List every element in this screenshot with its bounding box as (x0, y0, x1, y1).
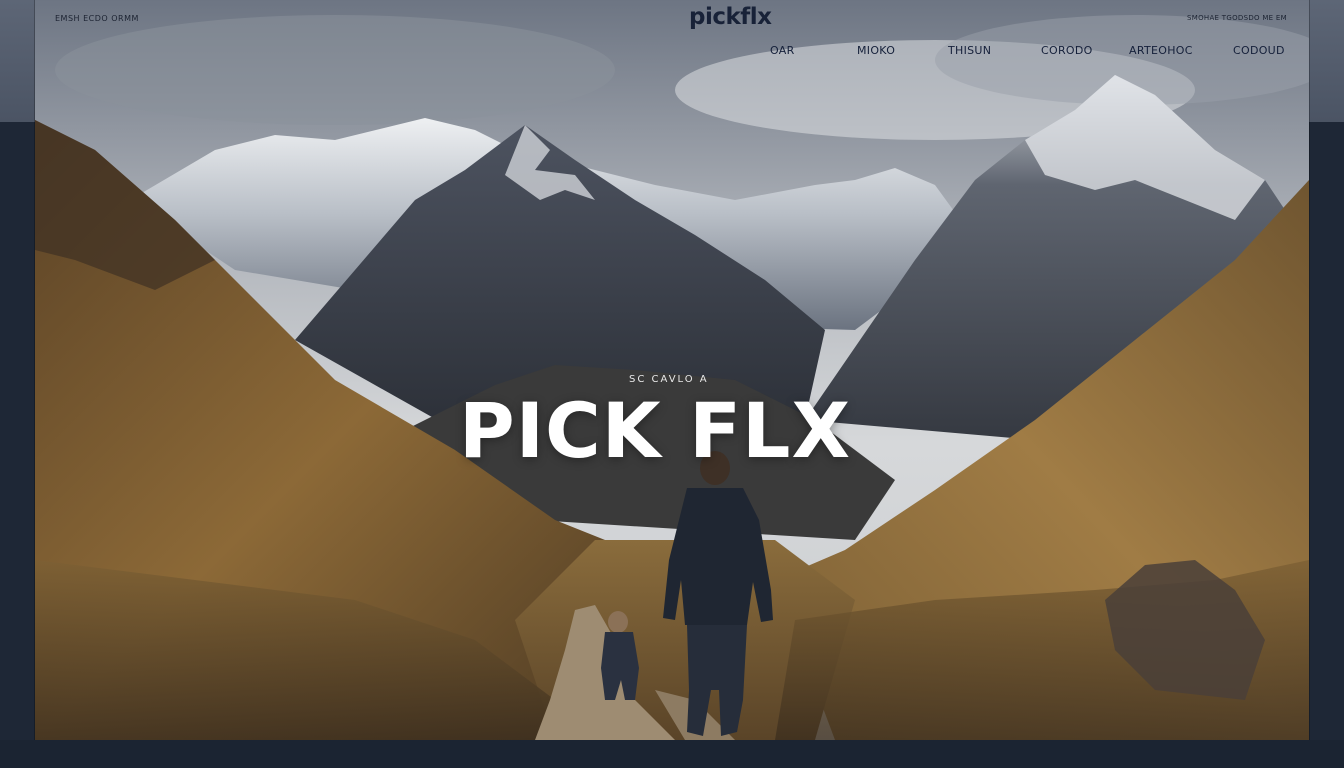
nav-item-2[interactable]: MIOKO (857, 44, 895, 57)
page-footer-strip (0, 740, 1344, 768)
site-logo[interactable]: pickflx (689, 4, 772, 30)
nav-item-5[interactable]: ARTEOHOC (1129, 44, 1193, 57)
site-header: EMSH ECDO ORMM pickflx SMOHAE TGODSDO ME… (35, 0, 1309, 70)
hero-eyebrow: SC CAVLO A (629, 374, 709, 385)
nav-item-6[interactable]: CODOUD (1233, 44, 1285, 57)
nav-item-1[interactable]: OAR (770, 44, 795, 57)
hero-title: PICK FLX (459, 386, 852, 475)
main-nav: OAR MIOKO THISUN CORODO ARTEOHOC CODOUD (755, 44, 1295, 60)
nav-item-4[interactable]: CORODO (1041, 44, 1093, 57)
nav-item-3[interactable]: THISUN (948, 44, 991, 57)
hero-background-photo (35, 0, 1309, 740)
hero-frame: EMSH ECDO ORMM pickflx SMOHAE TGODSDO ME… (35, 0, 1309, 740)
header-tagline: EMSH ECDO ORMM (55, 14, 139, 23)
header-utility-link[interactable]: SMOHAE TGODSDO ME EM (1187, 14, 1287, 22)
